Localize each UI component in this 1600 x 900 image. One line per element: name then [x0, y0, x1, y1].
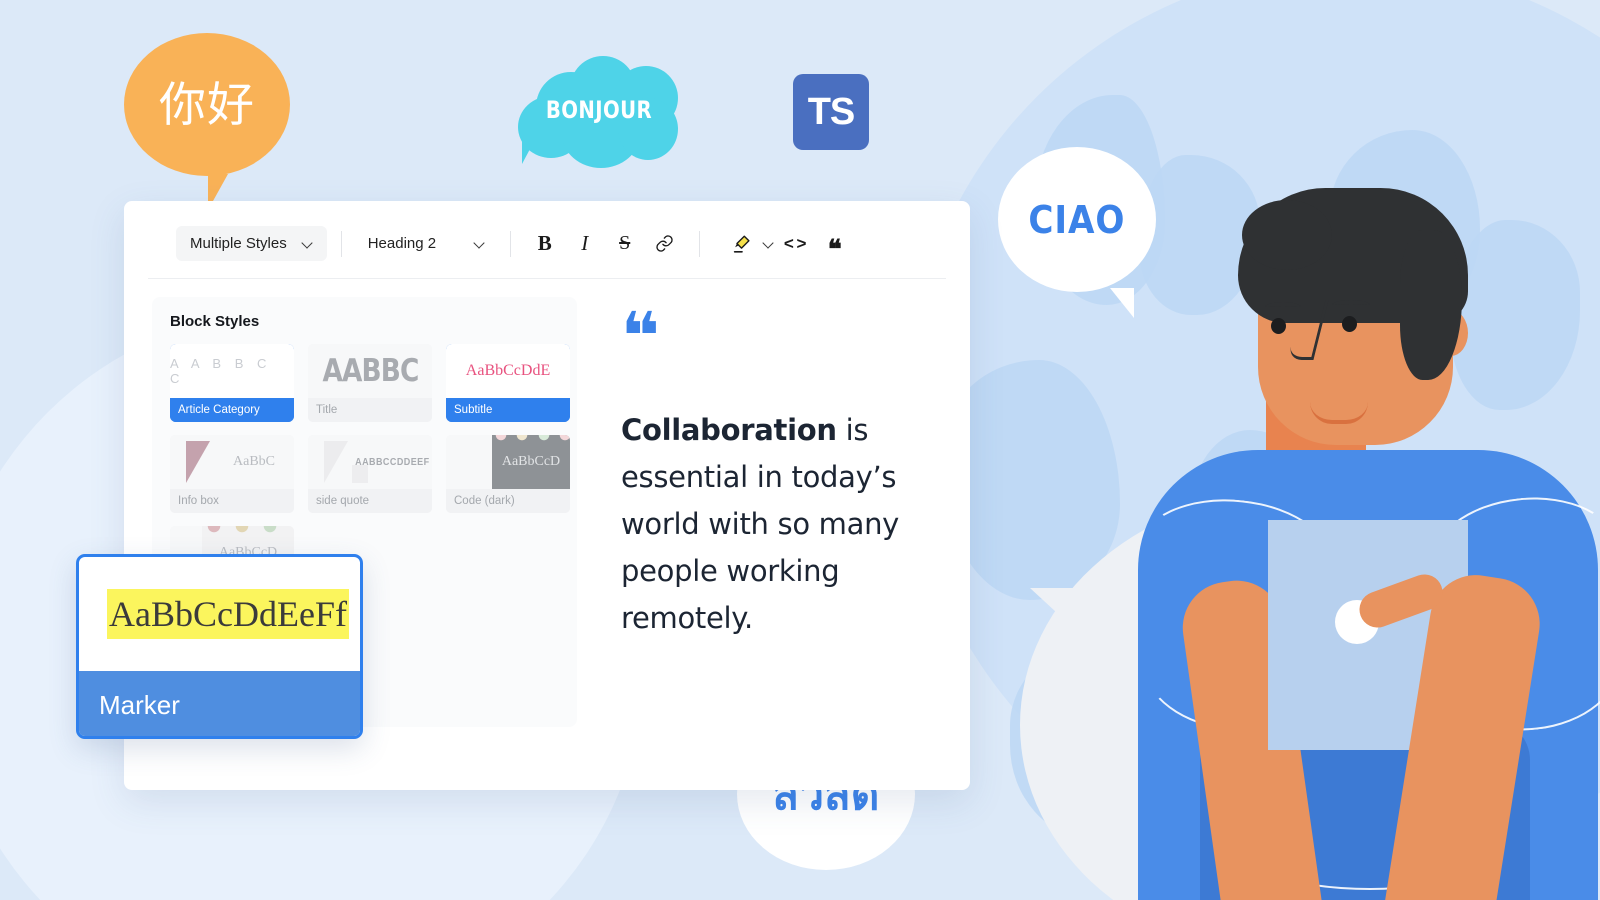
link-icon[interactable]: [648, 227, 682, 261]
style-preview: AaBbC: [170, 435, 294, 489]
person-eye-right: [1342, 316, 1357, 332]
chevron-down-icon: [303, 238, 314, 249]
speech-bubble-bonjour-text: BONJOUR: [545, 96, 653, 124]
speech-bubble-bonjour: BONJOUR: [518, 56, 680, 168]
style-preview-text: A A B B C C: [170, 356, 272, 386]
speech-bubble-ciao-text: CIAO: [1028, 197, 1126, 242]
style-preview: AABBC: [308, 344, 432, 398]
speech-bubble-ciao: CIAO: [998, 147, 1156, 318]
style-preview-text: AABBCCDDEEF: [354, 456, 430, 468]
style-card-label: Code (dark): [446, 489, 570, 513]
info-box-triangle-icon: [186, 441, 210, 483]
quote-bold-word: Collaboration: [621, 413, 837, 447]
style-card-article-category[interactable]: A A B B C C Article Category: [170, 344, 294, 422]
style-card-label: Title: [308, 398, 432, 422]
style-select-dropdown[interactable]: Multiple Styles: [176, 226, 327, 261]
style-preview-text: AABBC: [321, 353, 419, 389]
person-eye-left: [1271, 318, 1286, 334]
code-button[interactable]: < >: [778, 227, 812, 261]
style-select-value: Multiple Styles: [190, 235, 287, 252]
speech-bubble-nihao-text: 你好: [159, 78, 255, 131]
toolbar-divider: [698, 230, 700, 257]
chevron-down-icon[interactable]: [764, 238, 775, 249]
highlighter-icon[interactable]: [725, 227, 759, 261]
marker-style-callout[interactable]: AaBbCcDdEeFf Marker: [76, 554, 363, 739]
style-preview: AaBbCcD: [446, 435, 570, 489]
heading-select-dropdown[interactable]: Heading 2: [356, 226, 496, 261]
editor-toolbar: Multiple Styles Heading 2 B I S < > ❝: [148, 209, 946, 279]
style-preview: AABBCCDDEEF: [308, 435, 432, 489]
marker-preview: AaBbCcDdEeFf: [79, 557, 360, 671]
marker-callout-label: Marker: [79, 671, 360, 736]
marker-preview-text: AaBbCcDdEeFf: [107, 589, 349, 639]
toolbar-divider: [509, 230, 511, 257]
style-card-side-quote[interactable]: AABBCCDDEEF side quote: [308, 435, 432, 513]
quote-column: ❝ Collaboration is essential in today’s …: [577, 297, 917, 727]
quote-mark-icon: ❝: [621, 298, 660, 375]
side-quote-bar-icon: [352, 465, 368, 483]
strikethrough-button[interactable]: S: [608, 227, 642, 261]
style-card-subtitle[interactable]: AaBbCcDdE Subtitle: [446, 344, 570, 422]
highlight-group: [722, 227, 775, 261]
style-card-label: Article Category: [170, 398, 294, 422]
typescript-logo-text: TS: [807, 90, 856, 133]
style-card-info-box[interactable]: AaBbC Info box: [170, 435, 294, 513]
style-card-label: Subtitle: [446, 398, 570, 422]
style-preview-text: AaBbCcDdE: [465, 362, 551, 379]
style-card-title[interactable]: AABBC Title: [308, 344, 432, 422]
person-eyebrow-right: [1332, 300, 1370, 310]
side-quote-shape-icon: [324, 441, 348, 483]
style-preview-text: AaBbC: [233, 454, 275, 469]
style-preview: A A B B C C: [170, 344, 294, 398]
toolbar-divider: [340, 230, 342, 257]
style-preview: AaBbCcDdE: [446, 344, 570, 398]
style-preview-text: AaBbCcD: [501, 454, 561, 469]
blockquote-button[interactable]: ❝: [818, 227, 852, 263]
quote-text: Collaboration is essential in today’s wo…: [621, 407, 917, 642]
block-styles-title: Block Styles: [170, 313, 260, 330]
bold-button[interactable]: B: [528, 227, 562, 261]
person-eyebrow-left: [1265, 302, 1301, 312]
style-card-label: side quote: [308, 489, 432, 513]
style-card-code-dark[interactable]: AaBbCcD Code (dark): [446, 435, 570, 513]
italic-button[interactable]: I: [568, 227, 602, 261]
typescript-logo: TS: [793, 74, 869, 150]
person-hair-top: [1242, 200, 1332, 270]
chevron-down-icon: [475, 238, 486, 249]
code-dark-block: AaBbCcD: [492, 435, 570, 489]
speech-bubble-nihao: 你好: [124, 33, 290, 210]
heading-select-value: Heading 2: [367, 235, 437, 252]
style-card-label: Info box: [170, 489, 294, 513]
